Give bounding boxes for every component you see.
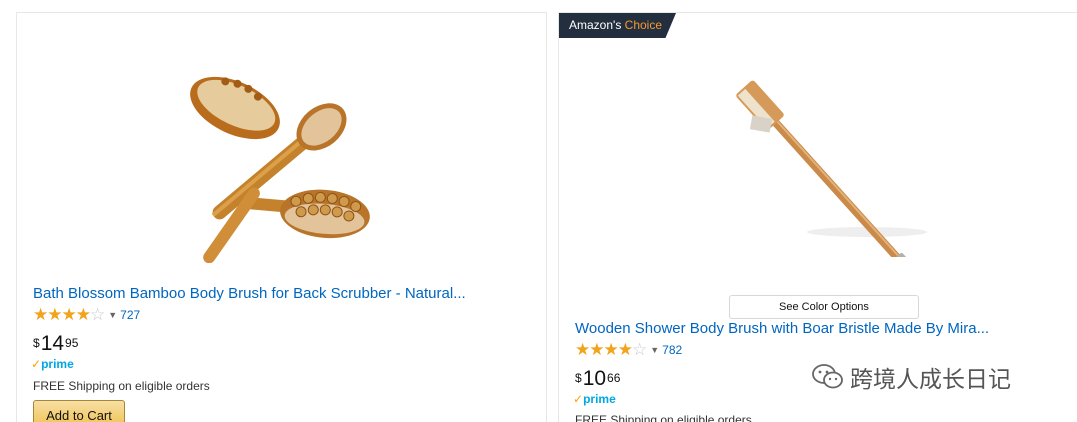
prime-check-icon: ✓ xyxy=(31,357,42,371)
prime-label: prime xyxy=(41,357,74,371)
see-color-options-button[interactable]: See Color Options xyxy=(729,295,919,319)
star-full-icon: ★ xyxy=(33,305,48,324)
price: $ 14 95 xyxy=(33,333,78,355)
price-fraction: 95 xyxy=(65,336,79,350)
chevron-down-icon[interactable]: ▼ xyxy=(650,345,659,355)
product-image-bamboo-brushes[interactable] xyxy=(185,63,375,263)
prime-badge: ✓ prime xyxy=(573,392,616,406)
shipping-info: FREE Shipping on eligible orders xyxy=(575,413,752,422)
star-full-icon: ★ xyxy=(603,340,619,359)
price-currency: $ xyxy=(575,371,582,385)
amazons-choice-badge: Amazon's Choice xyxy=(559,13,676,38)
price-whole: 10 xyxy=(582,367,607,390)
star-empty-icon: ☆ xyxy=(632,340,647,359)
chevron-down-icon[interactable]: ▼ xyxy=(108,310,117,320)
prime-label: prime xyxy=(583,392,616,406)
review-count-link[interactable]: 782 xyxy=(662,343,682,357)
product-title[interactable]: Bath Blossom Bamboo Body Brush for Back … xyxy=(33,285,466,302)
prime-check-icon: ✓ xyxy=(573,392,584,406)
review-count-link[interactable]: 727 xyxy=(120,308,140,322)
prime-badge: ✓ prime xyxy=(31,357,74,371)
product-card[interactable]: Bath Blossom Bamboo Body Brush for Back … xyxy=(16,12,547,422)
star-full-icon: ★ xyxy=(589,340,604,359)
price: $ 10 66 xyxy=(575,368,620,390)
rating-row: ★ ★ ★ ★ ☆ ▼ 727 xyxy=(33,305,140,324)
product-title[interactable]: Wooden Shower Body Brush with Boar Brist… xyxy=(575,320,989,337)
star-full-icon: ★ xyxy=(617,340,633,359)
star-full-icon: ★ xyxy=(75,305,91,324)
badge-prefix: Amazon's xyxy=(569,18,622,32)
rating-row: ★ ★ ★ ★ ☆ ▼ 782 xyxy=(575,340,682,359)
star-empty-icon: ☆ xyxy=(90,305,105,324)
watermark-text: 跨境人成长日记 xyxy=(850,367,1011,393)
star-rating[interactable]: ★ ★ ★ ★ ☆ xyxy=(33,305,105,324)
product-image-long-handle-brush[interactable] xyxy=(727,77,927,257)
star-full-icon: ★ xyxy=(575,340,590,359)
price-fraction: 66 xyxy=(607,371,621,385)
badge-choice: Choice xyxy=(624,18,663,32)
add-to-cart-button[interactable]: Add to Cart xyxy=(33,400,125,422)
price-currency: $ xyxy=(33,336,40,350)
star-full-icon: ★ xyxy=(47,305,62,324)
watermark: 跨境人成长日记 xyxy=(812,360,1011,394)
shipping-info: FREE Shipping on eligible orders xyxy=(33,379,210,393)
star-rating[interactable]: ★ ★ ★ ★ ☆ xyxy=(575,340,647,359)
star-full-icon: ★ xyxy=(61,305,77,324)
wechat-icon xyxy=(812,364,843,389)
price-whole: 14 xyxy=(40,332,65,355)
